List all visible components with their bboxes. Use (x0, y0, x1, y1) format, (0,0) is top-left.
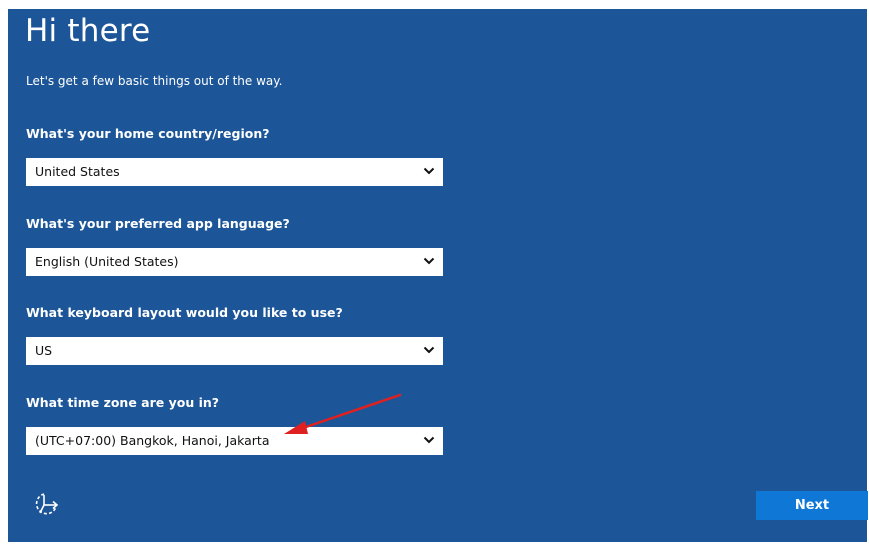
country-select[interactable]: United States (26, 158, 443, 186)
chevron-down-icon (423, 346, 435, 354)
keyboard-layout-select-value: US (35, 343, 53, 358)
app-language-select[interactable]: English (United States) (26, 248, 443, 276)
time-zone-select-value: (UTC+07:00) Bangkok, Hanoi, Jakarta (35, 433, 270, 448)
time-zone-label: What time zone are you in? (26, 395, 220, 410)
chevron-down-icon (423, 257, 435, 265)
app-language-label: What's your preferred app language? (26, 216, 290, 231)
page-title: Hi there (25, 13, 151, 49)
chevron-down-icon (423, 167, 435, 175)
country-select-value: United States (35, 164, 120, 179)
chevron-down-icon (423, 436, 435, 444)
app-language-select-value: English (United States) (35, 254, 179, 269)
keyboard-layout-select[interactable]: US (26, 337, 443, 365)
time-zone-select[interactable]: (UTC+07:00) Bangkok, Hanoi, Jakarta (26, 427, 443, 455)
page-subtitle: Let's get a few basic things out of the … (26, 74, 283, 88)
setup-screen: Hi there Let's get a few basic things ou… (8, 9, 868, 542)
country-label: What's your home country/region? (26, 126, 270, 141)
next-button[interactable]: Next (756, 491, 868, 520)
keyboard-layout-label: What keyboard layout would you like to u… (26, 305, 343, 320)
ease-of-access-icon[interactable] (32, 490, 62, 520)
